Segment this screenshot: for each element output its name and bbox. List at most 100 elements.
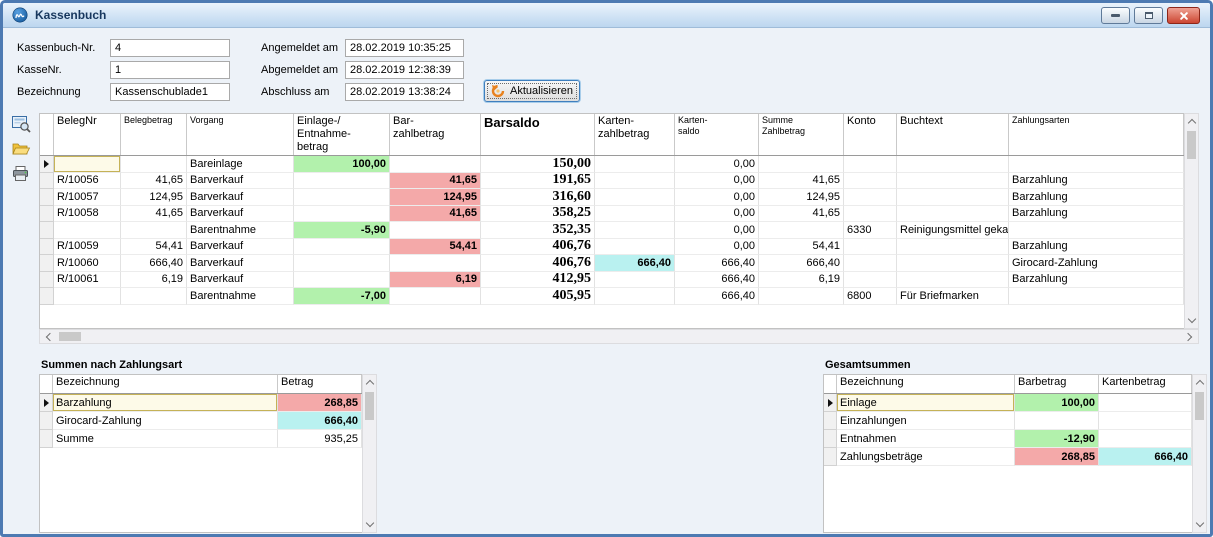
bezeichnung-field[interactable]: Kassenschublade1 [110,83,230,101]
row-selector[interactable] [40,222,54,239]
cell-belegbetrag[interactable] [121,288,187,305]
cell-kartenzahl[interactable] [595,272,675,289]
row-selector[interactable] [40,412,53,430]
column-header-belegnr[interactable]: BelegNr [54,114,121,155]
row-selector[interactable] [824,448,837,466]
cell-kartensaldo[interactable]: 0,00 [675,173,759,190]
column-header-summezahl[interactable]: Summe Zahlbetrag [759,114,844,155]
cell-konto[interactable] [844,272,897,289]
chevron-up-icon[interactable] [1187,119,1195,127]
cell-zahlungsarten[interactable]: Barzahlung [1009,272,1184,289]
cell-vorgang[interactable]: Barverkauf [187,173,294,190]
cell-belegnr[interactable]: R/10061 [54,272,121,289]
cell-barzahl[interactable] [390,255,481,272]
cell-zahlungsarten[interactable]: Girocard-Zahlung [1009,255,1184,272]
title-bar[interactable]: Kassenbuch [3,3,1210,28]
cell-buchtext[interactable] [897,239,1009,256]
cell-vorgang[interactable]: Barverkauf [187,255,294,272]
scrollbar-thumb[interactable] [59,332,81,341]
main-table-vertical-scrollbar[interactable] [1184,113,1199,329]
scrollbar-thumb[interactable] [1195,392,1204,420]
cell-barsaldo[interactable]: 412,95 [481,272,595,289]
row-selector[interactable] [824,412,837,430]
cell-barbetrag[interactable]: 100,00 [1015,394,1099,412]
print-button[interactable] [12,166,32,184]
cell-bezeichnung[interactable]: Zahlungsbeträge [837,448,1015,466]
angemeldet-field[interactable]: 28.02.2019 10:35:25 [345,39,464,57]
cell-vorgang[interactable]: Barverkauf [187,272,294,289]
cell-konto[interactable] [844,255,897,272]
row-selector[interactable] [824,430,837,448]
cell-zahlungsarten[interactable] [1009,156,1184,173]
row-selector[interactable] [40,272,54,289]
column-header-konto[interactable]: Konto [844,114,897,155]
cell-belegnr[interactable]: R/10058 [54,206,121,223]
cell-vorgang[interactable]: Barverkauf [187,189,294,206]
cell-barzahl[interactable] [390,156,481,173]
cell-einlage[interactable]: 100,00 [294,156,390,173]
cell-belegbetrag[interactable] [121,156,187,173]
cell-kartensaldo[interactable]: 666,40 [675,272,759,289]
cell-kartenzahl[interactable] [595,239,675,256]
cell-kartenzahl[interactable] [595,206,675,223]
cell-bezeichnung[interactable]: Girocard-Zahlung [53,412,278,430]
cell-belegnr[interactable]: R/10056 [54,173,121,190]
minimize-button[interactable] [1101,7,1130,24]
cell-barsaldo[interactable]: 406,76 [481,255,595,272]
cell-summezahl[interactable] [759,156,844,173]
cell-barsaldo[interactable]: 191,65 [481,173,595,190]
cell-einlage[interactable] [294,206,390,223]
restore-button[interactable] [1134,7,1163,24]
cell-zahlungsarten[interactable]: Barzahlung [1009,173,1184,190]
cell-belegbetrag[interactable] [121,222,187,239]
column-header-kartenzahl[interactable]: Karten- zahlbetrag [595,114,675,155]
cell-kartenzahl[interactable] [595,222,675,239]
cell-kartenbetrag[interactable]: 666,40 [1099,448,1192,466]
cell-bezeichnung[interactable]: Barzahlung [53,394,278,412]
cell-vorgang[interactable]: Barentnahme [187,222,294,239]
row-selector[interactable] [40,173,54,190]
cell-konto[interactable] [844,239,897,256]
summen-vertical-scrollbar[interactable] [362,374,377,533]
abgemeldet-field[interactable]: 28.02.2019 12:38:39 [345,61,464,79]
column-header-bezeichnung[interactable]: Bezeichnung [837,375,1015,393]
cell-barsaldo[interactable]: 352,35 [481,222,595,239]
cell-kartenzahl[interactable] [595,156,675,173]
chevron-left-icon[interactable] [46,332,54,340]
cell-kartensaldo[interactable]: 0,00 [675,189,759,206]
cell-belegbetrag[interactable]: 41,65 [121,206,187,223]
cell-einlage[interactable]: -7,00 [294,288,390,305]
cell-kartensaldo[interactable]: 666,40 [675,288,759,305]
gesamt-vertical-scrollbar[interactable] [1192,374,1207,533]
cell-buchtext[interactable] [897,156,1009,173]
cell-kartensaldo[interactable]: 0,00 [675,222,759,239]
cell-barzahl[interactable] [390,222,481,239]
cell-konto[interactable] [844,173,897,190]
cell-kartenzahl[interactable] [595,173,675,190]
column-header-zahlungsarten[interactable]: Zahlungsarten [1009,114,1184,155]
cell-kartensaldo[interactable]: 0,00 [675,239,759,256]
chevron-down-icon[interactable] [1187,315,1195,323]
cell-belegbetrag[interactable]: 54,41 [121,239,187,256]
cell-belegbetrag[interactable]: 41,65 [121,173,187,190]
cell-barsaldo[interactable]: 316,60 [481,189,595,206]
cell-barzahl[interactable]: 6,19 [390,272,481,289]
column-header-kartenbetrag[interactable]: Kartenbetrag [1099,375,1192,393]
cell-summezahl[interactable] [759,222,844,239]
cell-summezahl[interactable]: 666,40 [759,255,844,272]
cell-barsaldo[interactable]: 405,95 [481,288,595,305]
column-header-bezeichnung[interactable]: Bezeichnung [53,375,278,393]
cell-bezeichnung[interactable]: Einlage [837,394,1015,412]
cell-belegbetrag[interactable]: 6,19 [121,272,187,289]
cell-summezahl[interactable] [759,288,844,305]
cell-einlage[interactable]: -5,90 [294,222,390,239]
cell-zahlungsarten[interactable] [1009,222,1184,239]
cell-belegbetrag[interactable]: 124,95 [121,189,187,206]
cell-zahlungsarten[interactable]: Barzahlung [1009,239,1184,256]
cell-buchtext[interactable] [897,272,1009,289]
cell-buchtext[interactable] [897,255,1009,272]
cell-kartenzahl[interactable]: 666,40 [595,255,675,272]
close-button[interactable] [1167,7,1200,24]
row-selector[interactable] [40,255,54,272]
cell-belegnr[interactable] [54,156,121,173]
